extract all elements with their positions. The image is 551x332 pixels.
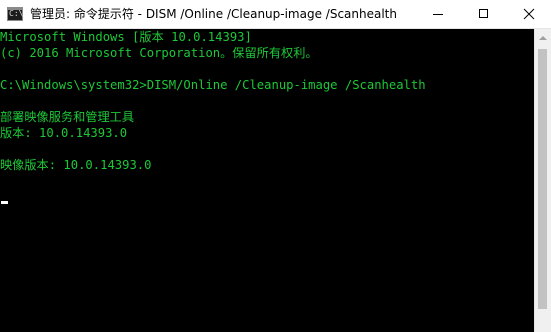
console-line: 版本: 10.0.14393.0	[0, 126, 128, 140]
command-prompt-window: C:\ 管理员: 命令提示符 - DISM /Online /Cleanup-i…	[0, 0, 551, 332]
minimize-button[interactable]	[415, 0, 461, 29]
console-line: C:\Windows\system32>DISM/Online /Cleanup…	[0, 78, 426, 92]
close-icon	[523, 8, 535, 20]
console-line: (c) 2016 Microsoft Corporation。保留所有权利。	[0, 46, 318, 60]
console-line: 映像版本: 10.0.14393.0	[0, 158, 152, 172]
window-title: 管理员: 命令提示符 - DISM /Online /Cleanup-image…	[30, 7, 397, 21]
cmd-app-icon[interactable]: C:\	[7, 7, 23, 21]
maximize-icon	[479, 9, 488, 18]
icon-prompt-text: C:\	[9, 9, 24, 18]
title-bar[interactable]: C:\ 管理员: 命令提示符 - DISM /Online /Cleanup-i…	[0, 0, 551, 29]
scroll-up-button[interactable]	[535, 29, 551, 46]
scroll-up-arrow-icon	[539, 36, 547, 40]
console-line: Microsoft Windows [版本 10.0.14393]	[0, 30, 252, 44]
console-line: 部署映像服务和管理工具	[0, 110, 135, 124]
scrollbar-thumb[interactable]	[538, 49, 547, 309]
maximize-button[interactable]	[461, 0, 507, 29]
console-output[interactable]: Microsoft Windows [版本 10.0.14393] (c) 20…	[0, 29, 534, 332]
text-cursor	[1, 201, 8, 204]
minimize-icon	[433, 14, 443, 15]
vertical-scrollbar[interactable]	[534, 29, 551, 332]
close-button[interactable]	[507, 0, 551, 29]
